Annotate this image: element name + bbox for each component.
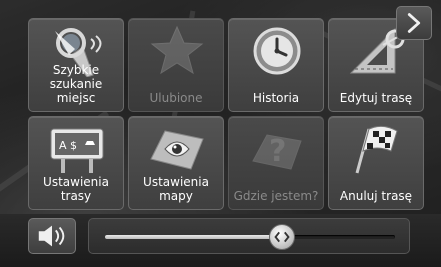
mute-button[interactable] [28,218,76,254]
cancel-route-button[interactable]: Anuluj trasę [328,116,424,210]
map-settings-button[interactable]: Ustawienia mapy [128,116,224,210]
quick-search-button[interactable]: Szybkie szukanie miejsc [28,18,124,112]
volume-slider[interactable] [88,218,410,254]
next-page-button[interactable] [396,6,432,40]
tile-label: Edytuj trasę [339,91,413,105]
tile-label: Ustawienia trasy [43,175,109,203]
route-settings-icon: A $ [50,128,104,173]
route-settings-button[interactable]: A $ Ustawienia trasy [28,116,124,210]
tile-label: Anuluj trasę [339,189,413,203]
tile-label: Gdzie jestem? [233,189,319,203]
volume-track [105,224,395,250]
volume-fill [105,235,282,239]
tile-label: Ustawienia mapy [143,175,209,203]
where-am-i-icon: ? [252,134,302,170]
map-settings-icon [150,130,204,170]
history-button[interactable]: Historia [228,18,324,112]
tile-label: Szybkie szukanie miejsc [49,63,103,105]
history-clock-icon [253,27,301,75]
knob-arrows-icon [274,231,290,243]
where-am-i-button[interactable]: ? Gdzie jestem? [228,116,324,210]
favorites-button[interactable]: Ulubione [128,18,224,112]
svg-text:?: ? [269,134,286,169]
favorites-star-icon [150,25,204,75]
menu-grid: Szybkie szukanie miejsc Ulubione Histori… [28,18,438,212]
volume-knob[interactable] [268,224,295,250]
speaker-icon [38,225,65,247]
svg-text:A $: A $ [59,139,77,152]
tile-label: Ulubione [149,91,203,105]
chevron-right-icon [407,13,421,33]
tile-label: Historia [252,91,300,105]
cancel-route-flag-icon [355,125,398,174]
